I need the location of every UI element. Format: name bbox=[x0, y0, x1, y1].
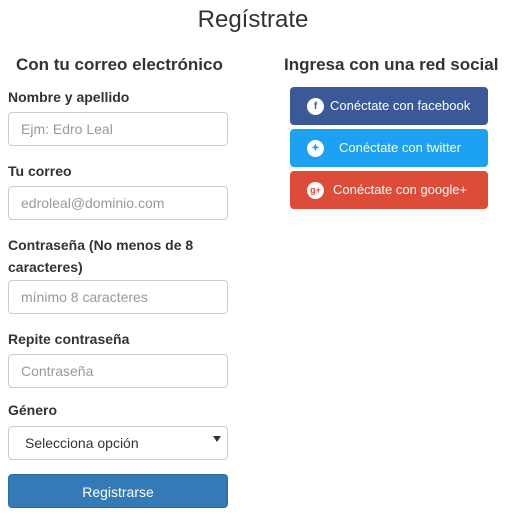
page-title: Regístrate bbox=[197, 6, 309, 33]
name-input[interactable] bbox=[9, 113, 221, 145]
caret-down-icon bbox=[213, 436, 221, 442]
facebook-icon: f bbox=[307, 98, 324, 115]
password-label: Contraseña (No menos de 8 caracteres) bbox=[8, 237, 194, 275]
email-section-heading: Con tu correo electrónico bbox=[16, 55, 223, 74]
twitter-connect-button[interactable]: ✦ Conéctate con twitter bbox=[290, 129, 488, 167]
name-field-box bbox=[8, 112, 228, 146]
social-section-heading: Ingresa con una red social bbox=[284, 55, 499, 74]
gender-select[interactable]: Selecciona opción bbox=[8, 426, 228, 460]
register-button[interactable]: Registrarse bbox=[8, 474, 228, 508]
email-input[interactable] bbox=[9, 187, 221, 219]
confirm-password-input[interactable] bbox=[9, 355, 221, 387]
google-plus-button-label: Conéctate con google+ bbox=[333, 182, 468, 197]
email-label: Tu correo bbox=[8, 163, 72, 179]
facebook-button-label: Conéctate con facebook bbox=[330, 98, 471, 113]
google-plus-icon: g+ bbox=[307, 182, 324, 199]
confirm-password-field-box bbox=[8, 354, 228, 388]
email-field-box bbox=[8, 186, 228, 220]
password-input[interactable] bbox=[9, 281, 221, 313]
confirm-password-label: Repite contraseña bbox=[8, 331, 130, 347]
gender-label: Género bbox=[8, 402, 58, 418]
name-label: Nombre y apellido bbox=[8, 89, 130, 105]
google-plus-connect-button[interactable]: g+ Conéctate con google+ bbox=[290, 171, 488, 209]
facebook-connect-button[interactable]: f Conéctate con facebook bbox=[290, 87, 488, 125]
twitter-icon: ✦ bbox=[307, 140, 324, 157]
twitter-button-label: Conéctate con twitter bbox=[339, 140, 462, 155]
gender-select-value: Selecciona opción bbox=[25, 435, 139, 451]
password-field-box bbox=[8, 280, 228, 314]
